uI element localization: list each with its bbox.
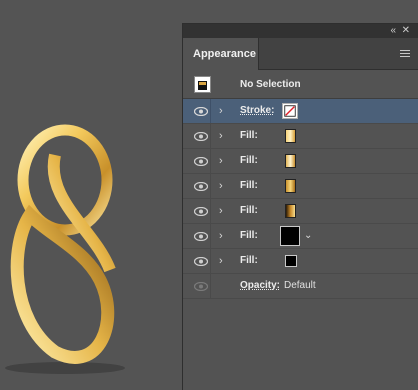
appearance-panel: « ✕ Appearance No Selection › Stroke: › … — [182, 23, 418, 390]
stroke-none-swatch[interactable] — [282, 103, 298, 119]
chevron-right-icon[interactable]: › — [219, 255, 223, 267]
gradient-swatch[interactable] — [285, 204, 296, 218]
selection-title: No Selection — [240, 79, 301, 90]
panel-tabbar: Appearance — [183, 38, 418, 70]
chevron-right-icon[interactable]: › — [219, 105, 223, 117]
eye-icon[interactable] — [194, 157, 208, 166]
appearance-row-fill[interactable]: › Fill: — [183, 199, 418, 224]
panel-titlebar: « ✕ — [183, 24, 418, 38]
chevron-right-icon[interactable]: › — [219, 180, 223, 192]
black-fill-swatch[interactable] — [285, 255, 297, 267]
gradient-swatch[interactable] — [285, 179, 296, 193]
eye-icon[interactable] — [194, 257, 208, 266]
row-label: Fill: — [240, 230, 258, 241]
eye-icon[interactable] — [194, 132, 208, 141]
opacity-value: Default — [284, 280, 316, 291]
gradient-swatch[interactable] — [285, 154, 296, 168]
row-label: Fill: — [240, 180, 258, 191]
eye-icon[interactable] — [194, 207, 208, 216]
row-label[interactable]: Stroke: — [240, 105, 274, 116]
appearance-row-fill[interactable]: › Fill: — [183, 124, 418, 149]
gradient-swatch[interactable] — [285, 129, 296, 143]
appearance-row-opacity[interactable]: Opacity: Default — [183, 274, 418, 299]
chevron-right-icon[interactable]: › — [219, 155, 223, 167]
appearance-row-fill[interactable]: › Fill: — [183, 249, 418, 274]
appearance-row-stroke[interactable]: › Stroke: — [183, 99, 418, 124]
eye-icon — [194, 282, 208, 291]
chevron-right-icon[interactable]: › — [219, 230, 223, 242]
appearance-row-fill[interactable]: › Fill: — [183, 149, 418, 174]
appearance-row-fill[interactable]: › Fill: ⌄ — [183, 224, 418, 249]
chevron-right-icon[interactable]: › — [219, 205, 223, 217]
artwork-golden-eight[interactable] — [0, 120, 160, 380]
double-chevron-left-icon[interactable]: « — [390, 25, 396, 37]
eye-icon[interactable] — [194, 182, 208, 191]
row-label: Fill: — [240, 255, 258, 266]
chevron-down-icon[interactable]: ⌄ — [304, 230, 312, 241]
hamburger-menu-icon[interactable] — [400, 50, 410, 58]
row-label: Fill: — [240, 155, 258, 166]
appearance-header-row: No Selection — [183, 70, 418, 99]
eye-icon[interactable] — [194, 232, 208, 241]
selection-thumbnail — [194, 76, 211, 93]
appearance-row-fill[interactable]: › Fill: — [183, 174, 418, 199]
opacity-label[interactable]: Opacity: — [240, 280, 280, 291]
tab-appearance[interactable]: Appearance — [183, 38, 259, 70]
row-label: Fill: — [240, 205, 258, 216]
eye-icon[interactable] — [194, 107, 208, 116]
black-fill-swatch[interactable] — [280, 226, 300, 246]
chevron-right-icon[interactable]: › — [219, 130, 223, 142]
row-label: Fill: — [240, 130, 258, 141]
close-icon[interactable]: ✕ — [402, 25, 410, 37]
